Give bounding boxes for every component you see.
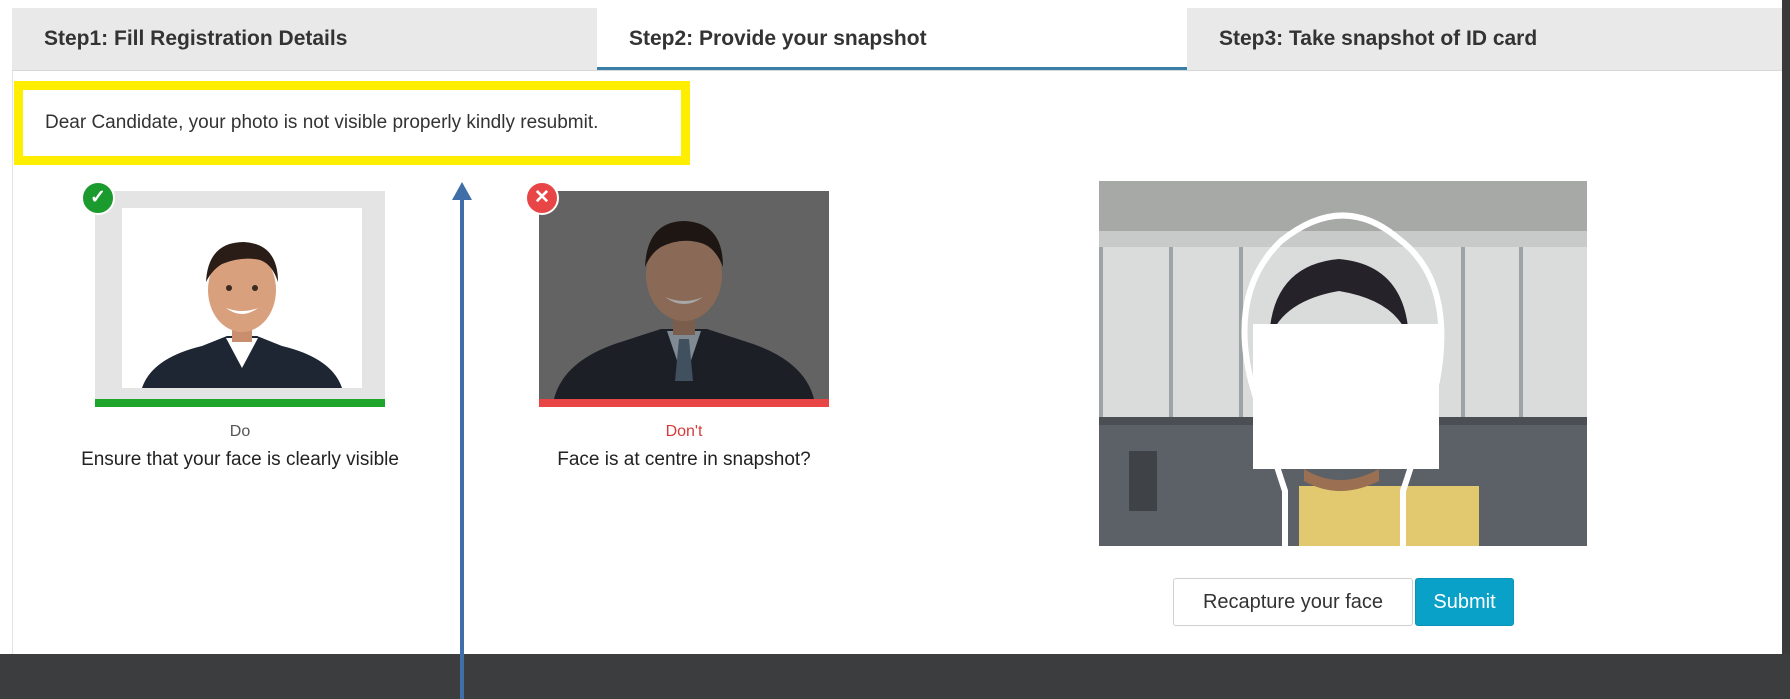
dont-sample-photo <box>539 191 829 399</box>
dont-label: Don't <box>665 423 703 440</box>
do-sample-photo <box>122 208 362 388</box>
tab-step3[interactable]: Step3: Take snapshot of ID card <box>1187 8 1790 70</box>
camera-preview <box>1099 181 1587 546</box>
do-label: Do <box>229 423 251 440</box>
bottom-strip <box>0 654 1790 699</box>
dont-indicator-bar <box>539 399 829 407</box>
alert-message: Dear Candidate, your photo is not visibl… <box>45 112 599 133</box>
close-icon: ✕ <box>525 181 559 215</box>
tab-step1[interactable]: Step1: Fill Registration Details <box>12 8 597 70</box>
tab-step2[interactable]: Step2: Provide your snapshot <box>597 8 1187 70</box>
window-edge <box>1782 0 1790 654</box>
recapture-face-button[interactable]: Recapture your face <box>1173 578 1413 626</box>
dont-photo-frame: ✕ <box>525 181 829 399</box>
do-caption: Ensure that your face is clearly visible <box>81 449 399 470</box>
resubmit-alert: Dear Candidate, your photo is not visibl… <box>14 81 690 165</box>
submit-button[interactable]: Submit <box>1415 578 1514 626</box>
check-icon: ✓ <box>81 181 115 215</box>
dont-caption: Face is at centre in snapshot? <box>557 449 811 470</box>
step-tabs: Step1: Fill Registration Details Step2: … <box>12 8 1790 71</box>
do-indicator-bar <box>95 399 385 407</box>
do-photo-frame: ✓ <box>81 181 385 399</box>
